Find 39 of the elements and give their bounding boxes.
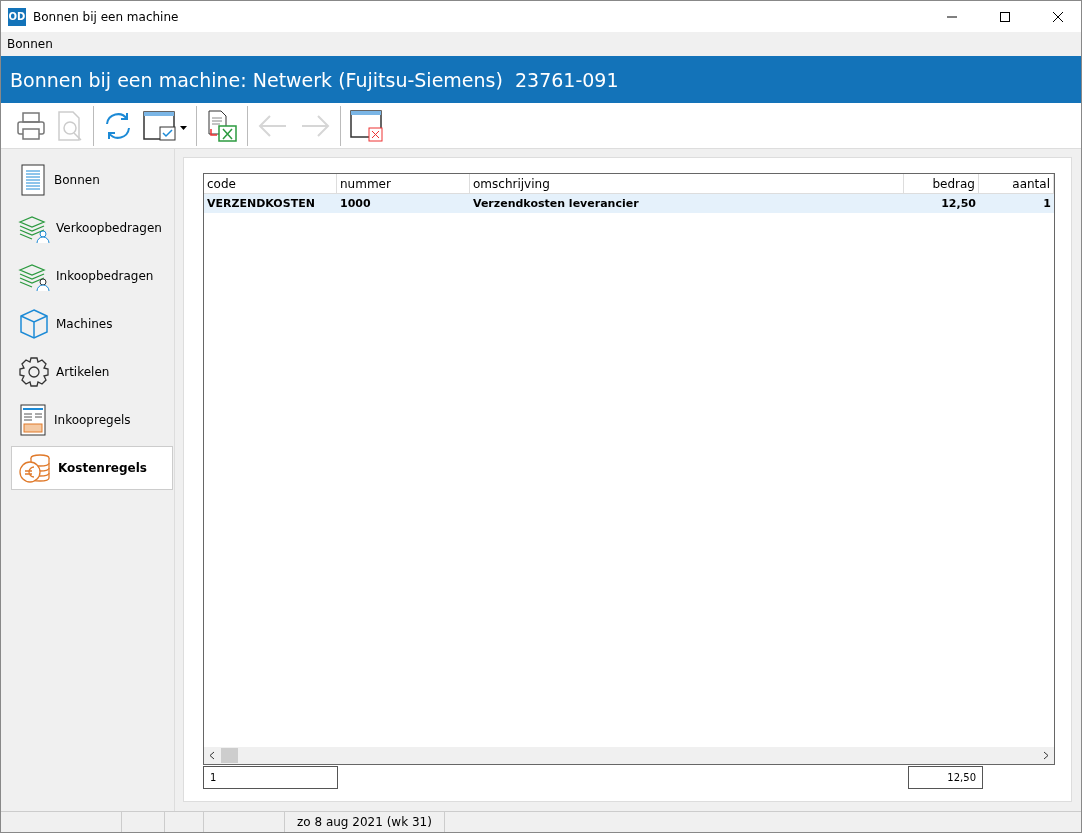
scrollbar-thumb[interactable] [221,748,238,763]
euro-coins-icon [18,452,52,484]
printer-icon [15,109,47,142]
header-title: Bonnen bij een machine: Netwerk (Fujitsu-Siemens) 23761-091 [10,68,619,91]
sidebar-item[interactable]: Bonnen [11,158,173,202]
table-cell[interactable]: Verzendkosten leverancier [470,194,904,213]
sidebar-label: Kostenregels [58,461,147,475]
sidebar-item[interactable]: Inkoopregels [11,398,173,442]
sidebar-item[interactable]: Artikelen [11,350,173,394]
cube-icon [18,308,50,340]
sidebar-label: Inkoopbedragen [56,269,154,283]
table-cell[interactable]: 1 [979,194,1054,213]
export-excel-icon [205,108,239,143]
amount-total-field: 12,50 [908,766,983,789]
sidebar-item[interactable]: Inkoopbedragen [11,254,173,298]
app-logo: OD [8,7,26,26]
sidebar-item[interactable]: Verkoopbedragen [11,206,173,250]
sidebar-item[interactable]: Kostenregels [11,446,173,490]
maximize-icon [1000,11,1010,22]
gear-icon [18,356,50,388]
status-date: zo 8 aug 2021 (wk 31) [285,812,445,832]
table-cell[interactable]: 12,50 [904,194,979,213]
horizontal-scrollbar[interactable] [204,747,1054,764]
count-field: 1 [203,766,338,789]
sidebar-item[interactable]: Machines [11,302,173,346]
table-cell[interactable]: 1000 [337,194,470,213]
sidebar-label: Bonnen [54,173,100,187]
menu-item[interactable]: Bonnen [6,37,54,51]
close-window-icon [349,108,385,143]
close-icon [1053,11,1063,22]
sidebar-label: Artikelen [56,365,110,379]
sidebar-label: Verkoopbedragen [56,221,162,235]
document-icon [18,164,48,196]
table-cell[interactable]: VERZENDKOSTEN [204,194,337,213]
sidebar-label: Inkoopregels [54,413,131,427]
sidebar-label: Machines [56,317,113,331]
window-check-icon [142,109,188,142]
form-icon [18,404,48,436]
window-title: Bonnen bij een machine [33,9,180,24]
